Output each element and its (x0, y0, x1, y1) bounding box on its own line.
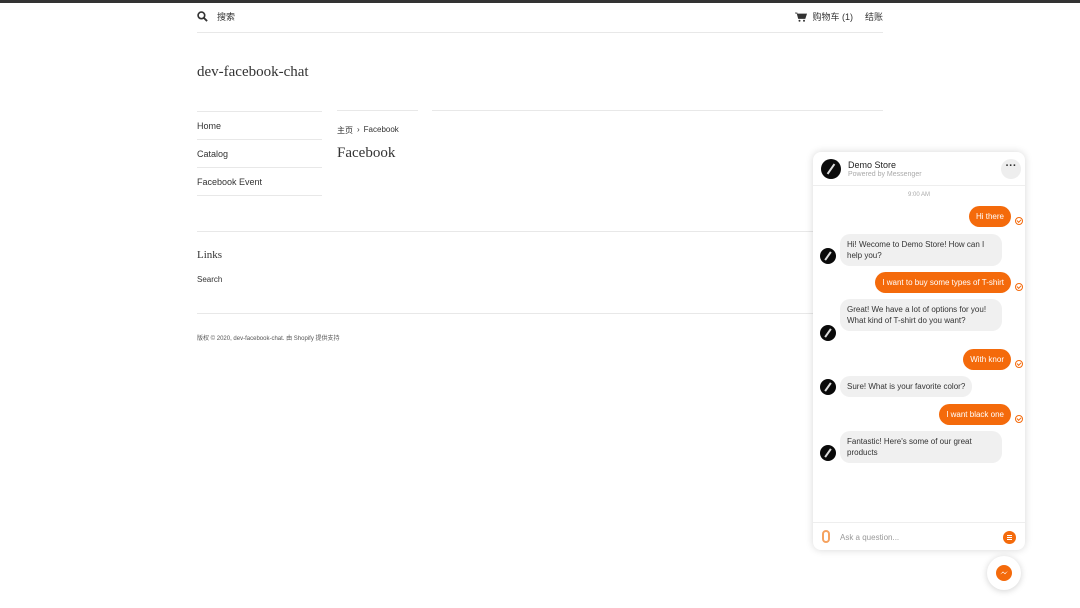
user-message: With knor (963, 349, 1011, 370)
links-heading: Links (197, 249, 223, 261)
menu-button[interactable] (1003, 531, 1016, 544)
chat-message-input[interactable] (840, 528, 990, 546)
search-label: 搜索 (217, 12, 236, 22)
sidebar-item-facebook-event[interactable]: Facebook Event (197, 168, 322, 196)
site-header: 搜索 购物车 (1) 结账 (197, 8, 883, 33)
seen-check-icon (1015, 415, 1023, 423)
breadcrumb: 主页 › Facebook (337, 125, 399, 136)
footer-divider-bottom (197, 313, 883, 314)
content-divider-gap (418, 108, 432, 112)
bot-message: Hi! Wecome to Demo Store! How can I help… (840, 234, 1002, 266)
search-icon (197, 11, 208, 22)
search-link[interactable]: 搜索 (197, 10, 235, 23)
more-dots-icon: ··· (1005, 160, 1017, 172)
breadcrumb-separator: › (357, 125, 360, 134)
chat-widget: Demo Store Powered by Messenger ··· 9:00… (813, 152, 1025, 550)
user-message: Hi there (968, 206, 1011, 227)
store-avatar (821, 159, 841, 179)
checkout-link[interactable]: 结账 (865, 10, 883, 23)
chat-header: Demo Store Powered by Messenger ··· (813, 152, 1025, 186)
bot-message: Fantastic! Here's some of our great prod… (840, 431, 1002, 463)
site-title[interactable]: dev-facebook-chat (197, 64, 309, 81)
bot-avatar (820, 248, 836, 264)
messenger-launcher-button[interactable] (987, 556, 1021, 590)
seen-check-icon (1015, 360, 1023, 368)
cart-icon (795, 12, 808, 22)
footer-search-link[interactable]: Search (197, 275, 222, 284)
top-border (0, 0, 1080, 3)
bot-avatar (820, 379, 836, 395)
paperclip-icon[interactable] (822, 530, 830, 543)
user-message: I want to buy some types of T-shirt (875, 272, 1011, 293)
cart-area: 购物车 (1) 结账 (795, 10, 883, 23)
sidebar-nav: Home Catalog Facebook Event (197, 111, 322, 196)
breadcrumb-current: Facebook (363, 125, 399, 134)
chat-powered-by: Powered by Messenger (848, 171, 922, 178)
copyright-text: 版权 © 2020, dev-facebook-chat. 由 Shopify … (197, 336, 340, 342)
bot-message: Sure! What is your favorite color? (840, 376, 973, 397)
sidebar-item-home[interactable]: Home (197, 112, 322, 140)
bot-avatar (820, 325, 836, 341)
page-title: Facebook (337, 145, 396, 161)
bot-message: Great! We have a lot of options for you!… (840, 299, 1002, 331)
user-message: I want black one (939, 404, 1011, 425)
seen-check-icon (1015, 283, 1023, 291)
messenger-icon (996, 565, 1012, 581)
sidebar-item-catalog[interactable]: Catalog (197, 140, 322, 168)
chat-input-bar (813, 522, 1025, 550)
footer-divider-top (197, 231, 883, 232)
more-options-button[interactable]: ··· (1001, 159, 1021, 179)
chat-store-name: Demo Store (848, 160, 897, 170)
seen-check-icon (1015, 217, 1023, 225)
bot-avatar (820, 445, 836, 461)
breadcrumb-home[interactable]: 主页 (337, 125, 353, 136)
cart-link[interactable]: 购物车 (1) (795, 10, 853, 23)
cart-label: 购物车 (1) (812, 12, 853, 22)
chat-timestamp: 9:00 AM (907, 192, 930, 198)
